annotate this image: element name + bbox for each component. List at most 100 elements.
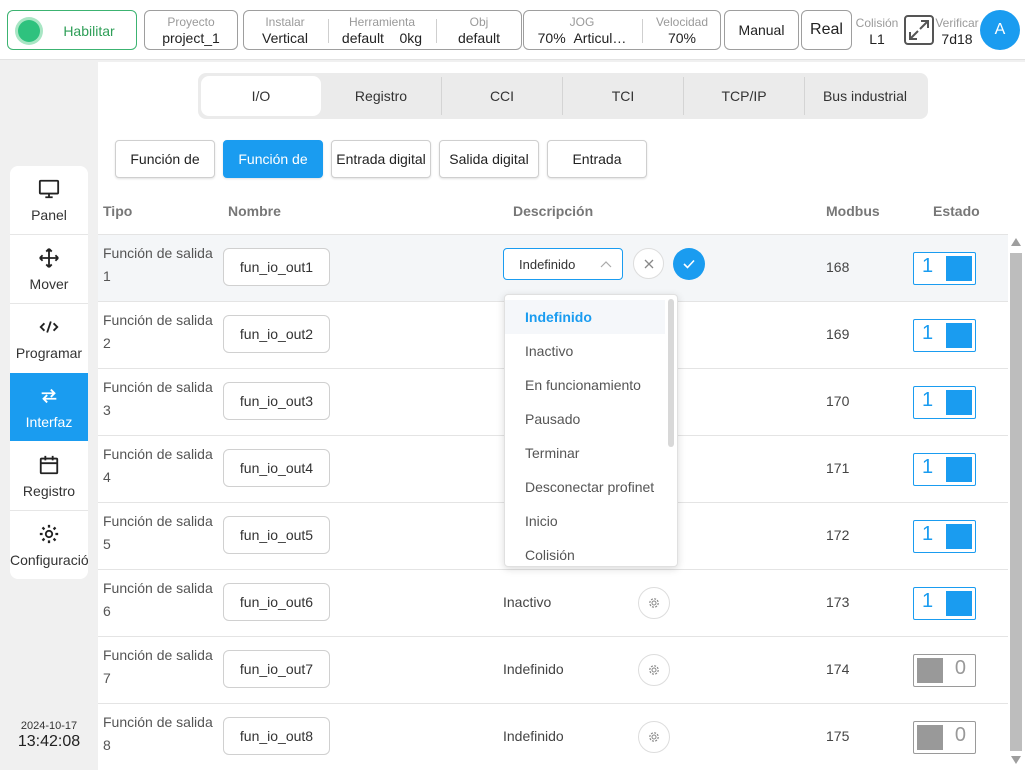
description-select[interactable]: Indefinido — [503, 248, 623, 280]
scrollbar-thumb[interactable] — [1010, 253, 1022, 751]
subtab-function-output[interactable]: Función de — [223, 140, 323, 178]
collision-value: L1 — [869, 31, 885, 47]
row-name-input[interactable]: fun_io_out8 — [223, 717, 330, 755]
row-name-input[interactable]: fun_io_out7 — [223, 650, 330, 688]
row-name-input[interactable]: fun_io_out4 — [223, 449, 330, 487]
jog-panel[interactable]: JOG 70% Articul… Velocidad 70% — [523, 10, 721, 50]
dropdown-option[interactable]: En funcionamiento — [505, 368, 665, 402]
tab-tcpip[interactable]: TCP/IP — [684, 76, 804, 116]
real-button[interactable]: Real — [801, 10, 852, 50]
state-toggle[interactable]: 0 — [913, 721, 976, 754]
dropdown-option[interactable]: Colisión — [505, 538, 665, 566]
row-type: Función de salida 7 — [103, 647, 213, 686]
subtab-digital-output[interactable]: Salida digital — [439, 140, 539, 178]
state-toggle[interactable]: 1 — [913, 386, 976, 419]
tab-registro[interactable]: Registro — [321, 76, 441, 116]
speed-caption: Velocidad — [655, 15, 709, 29]
dropdown-option[interactable]: Pausado — [505, 402, 665, 436]
edit-description-button[interactable] — [638, 721, 670, 753]
clock-date: 2024-10-17 — [20, 720, 78, 732]
sidebar-label-log: Registro — [22, 483, 76, 499]
state-toggle[interactable]: 1 — [913, 453, 976, 486]
row-name-input[interactable]: fun_io_out6 — [223, 583, 330, 621]
state-toggle[interactable]: 1 — [913, 587, 976, 620]
cancel-edit-button[interactable] — [633, 248, 664, 279]
state-toggle[interactable]: 1 — [913, 252, 976, 285]
state-value: 0 — [954, 657, 966, 679]
confirm-edit-button[interactable] — [673, 248, 705, 280]
table-row: Función de salida 1 fun_io_out1 Indefini… — [98, 235, 1008, 302]
state-toggle[interactable]: 0 — [913, 654, 976, 687]
jog-caption: JOG — [569, 15, 595, 29]
dropdown-option[interactable]: Indefinido — [505, 300, 665, 334]
tab-industrial-bus[interactable]: Bus industrial — [805, 76, 925, 116]
sidebar-item-move[interactable]: Mover — [10, 235, 88, 303]
subtab-input[interactable]: Entrada — [547, 140, 647, 178]
row-modbus: 170 — [826, 393, 850, 409]
edit-description-button[interactable] — [638, 587, 670, 619]
gear-icon — [39, 524, 59, 544]
row-name-input[interactable]: fun_io_out3 — [223, 382, 330, 420]
dropdown-option[interactable]: Inicio — [505, 504, 665, 538]
obj-value: default — [457, 30, 501, 46]
row-modbus: 175 — [826, 728, 850, 744]
row-name-input[interactable]: fun_io_out1 — [223, 248, 330, 286]
table-scrollbar[interactable] — [1008, 237, 1024, 767]
scroll-down-icon[interactable] — [1010, 755, 1022, 765]
row-type: Función de salida 1 — [103, 245, 213, 284]
tab-tci[interactable]: TCI — [563, 76, 683, 116]
row-type: Función de salida 5 — [103, 513, 213, 552]
settings-icon — [649, 598, 659, 608]
header-modbus: Modbus — [826, 203, 880, 219]
clock-time: 13:42:08 — [17, 733, 81, 750]
state-value: 1 — [922, 255, 934, 277]
status-light-icon — [18, 20, 40, 42]
dropdown-option[interactable]: Inactivo — [505, 334, 665, 368]
row-name-input[interactable]: fun_io_out2 — [223, 315, 330, 353]
row-type: Función de salida 4 — [103, 446, 213, 485]
sidebar-item-interface[interactable]: Interfaz — [10, 373, 88, 441]
row-description: Indefinido — [503, 661, 564, 677]
verify-caption: Verificar — [935, 16, 979, 30]
enable-button[interactable]: Habilitar — [7, 10, 137, 50]
row-modbus: 173 — [826, 594, 850, 610]
sidebar-item-log[interactable]: Registro — [10, 442, 88, 510]
expand-icon[interactable] — [903, 14, 935, 46]
description-dropdown: Indefinido Inactivo En funcionamiento Pa… — [504, 294, 678, 567]
collision-level[interactable]: Colisión L1 — [852, 10, 902, 47]
state-toggle[interactable]: 1 — [913, 520, 976, 553]
row-type: Función de salida 6 — [103, 580, 213, 619]
scroll-up-icon[interactable] — [1010, 237, 1022, 247]
project-selector[interactable]: Proyecto project_1 — [144, 10, 238, 50]
tab-cci[interactable]: CCI — [442, 76, 562, 116]
tab-io[interactable]: I/O — [201, 76, 321, 116]
edit-description-button[interactable] — [638, 654, 670, 686]
row-description: Inactivo — [503, 594, 552, 610]
tab-bar: I/O Registro CCI TCI TCP/IP Bus industri… — [198, 73, 928, 119]
close-icon — [644, 259, 654, 269]
state-value: 1 — [922, 456, 934, 478]
state-value: 1 — [922, 389, 934, 411]
sidebar-item-panel[interactable]: Panel — [10, 166, 88, 234]
user-avatar[interactable]: A — [980, 10, 1020, 50]
chevron-up-icon — [600, 261, 612, 268]
installation-panel[interactable]: Instalar Vertical Herramienta default 0k… — [243, 10, 522, 50]
monitor-icon — [38, 179, 60, 199]
sidebar-label-move: Mover — [29, 276, 69, 292]
subtab-function-input[interactable]: Función de — [115, 140, 215, 178]
sidebar-item-settings[interactable]: Configuración — [10, 511, 88, 579]
header-tipo: Tipo — [103, 203, 133, 219]
tool-value: default 0kg — [341, 30, 423, 46]
dropdown-option[interactable]: Desconectar profinet — [505, 470, 665, 504]
verify-value: 7d18 — [941, 31, 973, 47]
subtab-digital-input[interactable]: Entrada digital — [331, 140, 431, 178]
state-toggle[interactable]: 1 — [913, 319, 976, 352]
row-name-input[interactable]: fun_io_out5 — [223, 516, 330, 554]
dropdown-option[interactable]: Terminar — [505, 436, 665, 470]
dropdown-scrollbar[interactable] — [668, 299, 674, 447]
manual-button[interactable]: Manual — [724, 10, 799, 50]
settings-icon — [649, 665, 659, 675]
jog-value: 70% Articul… — [537, 30, 627, 46]
settings-icon — [649, 732, 659, 742]
sidebar-item-program[interactable]: Programar — [10, 304, 88, 372]
